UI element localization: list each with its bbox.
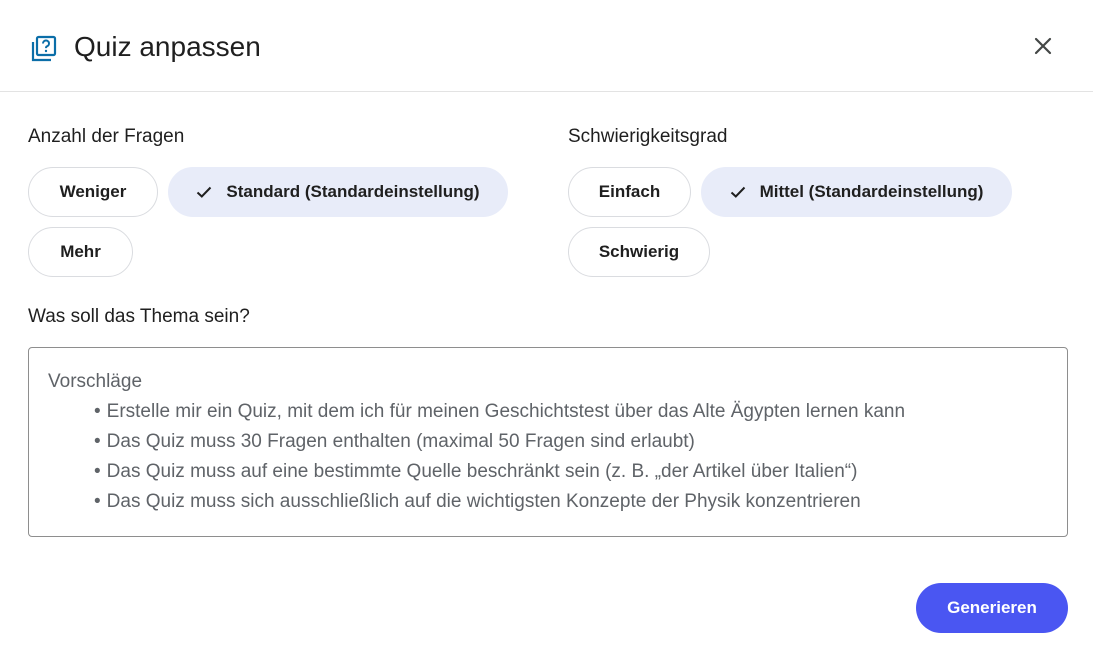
chip-difficulty-easy[interactable]: Einfach	[568, 167, 691, 217]
chip-label: Mehr	[60, 242, 101, 261]
difficulty-label: Schwierigkeitsgrad	[568, 126, 728, 147]
close-icon	[1034, 37, 1052, 60]
quiz-icon	[30, 35, 58, 63]
chip-label: Weniger	[59, 182, 127, 201]
chip-label: Mittel (Standardeinstellung)	[759, 182, 984, 201]
chip-difficulty-hard[interactable]: Schwierig	[568, 227, 710, 277]
check-icon	[196, 185, 212, 199]
chip-more-questions[interactable]: Mehr	[28, 227, 133, 277]
chip-fewer-questions[interactable]: Weniger	[28, 167, 158, 217]
suggestion-item: • Das Quiz muss auf eine bestimmte Quelle…	[94, 461, 858, 482]
chip-label: Standard (Standardeinstellung)	[226, 182, 480, 201]
dialog-header: Quiz anpassen	[0, 0, 1093, 92]
quiz-dialog: Quiz anpassen Anzahl der Fragen Weniger …	[0, 0, 1093, 662]
chip-standard-questions[interactable]: Standard (Standardeinstellung)	[168, 167, 508, 217]
generate-button[interactable]: Generieren	[916, 583, 1068, 633]
dialog-title: Quiz anpassen	[74, 31, 261, 62]
questions-count-label: Anzahl der Fragen	[28, 126, 185, 147]
suggestion-item: • Das Quiz muss sich ausschließlich auf d…	[94, 491, 861, 512]
placeholder-title: Vorschläge	[48, 371, 143, 392]
topic-textarea[interactable]: Vorschläge • Erstelle mir ein Quiz, mit d…	[28, 347, 1068, 537]
chip-label: Schwierig	[598, 242, 680, 261]
chip-difficulty-medium[interactable]: Mittel (Standardeinstellung)	[701, 167, 1012, 217]
suggestion-item: • Erstelle mir ein Quiz, mit dem ich für …	[94, 401, 906, 422]
suggestion-item: • Das Quiz muss 30 Fragen enthalten (maxi…	[94, 431, 695, 452]
close-button[interactable]	[1026, 31, 1060, 65]
check-icon	[730, 185, 746, 199]
chip-label: Einfach	[598, 182, 661, 201]
topic-label: Was soll das Thema sein?	[28, 306, 250, 327]
